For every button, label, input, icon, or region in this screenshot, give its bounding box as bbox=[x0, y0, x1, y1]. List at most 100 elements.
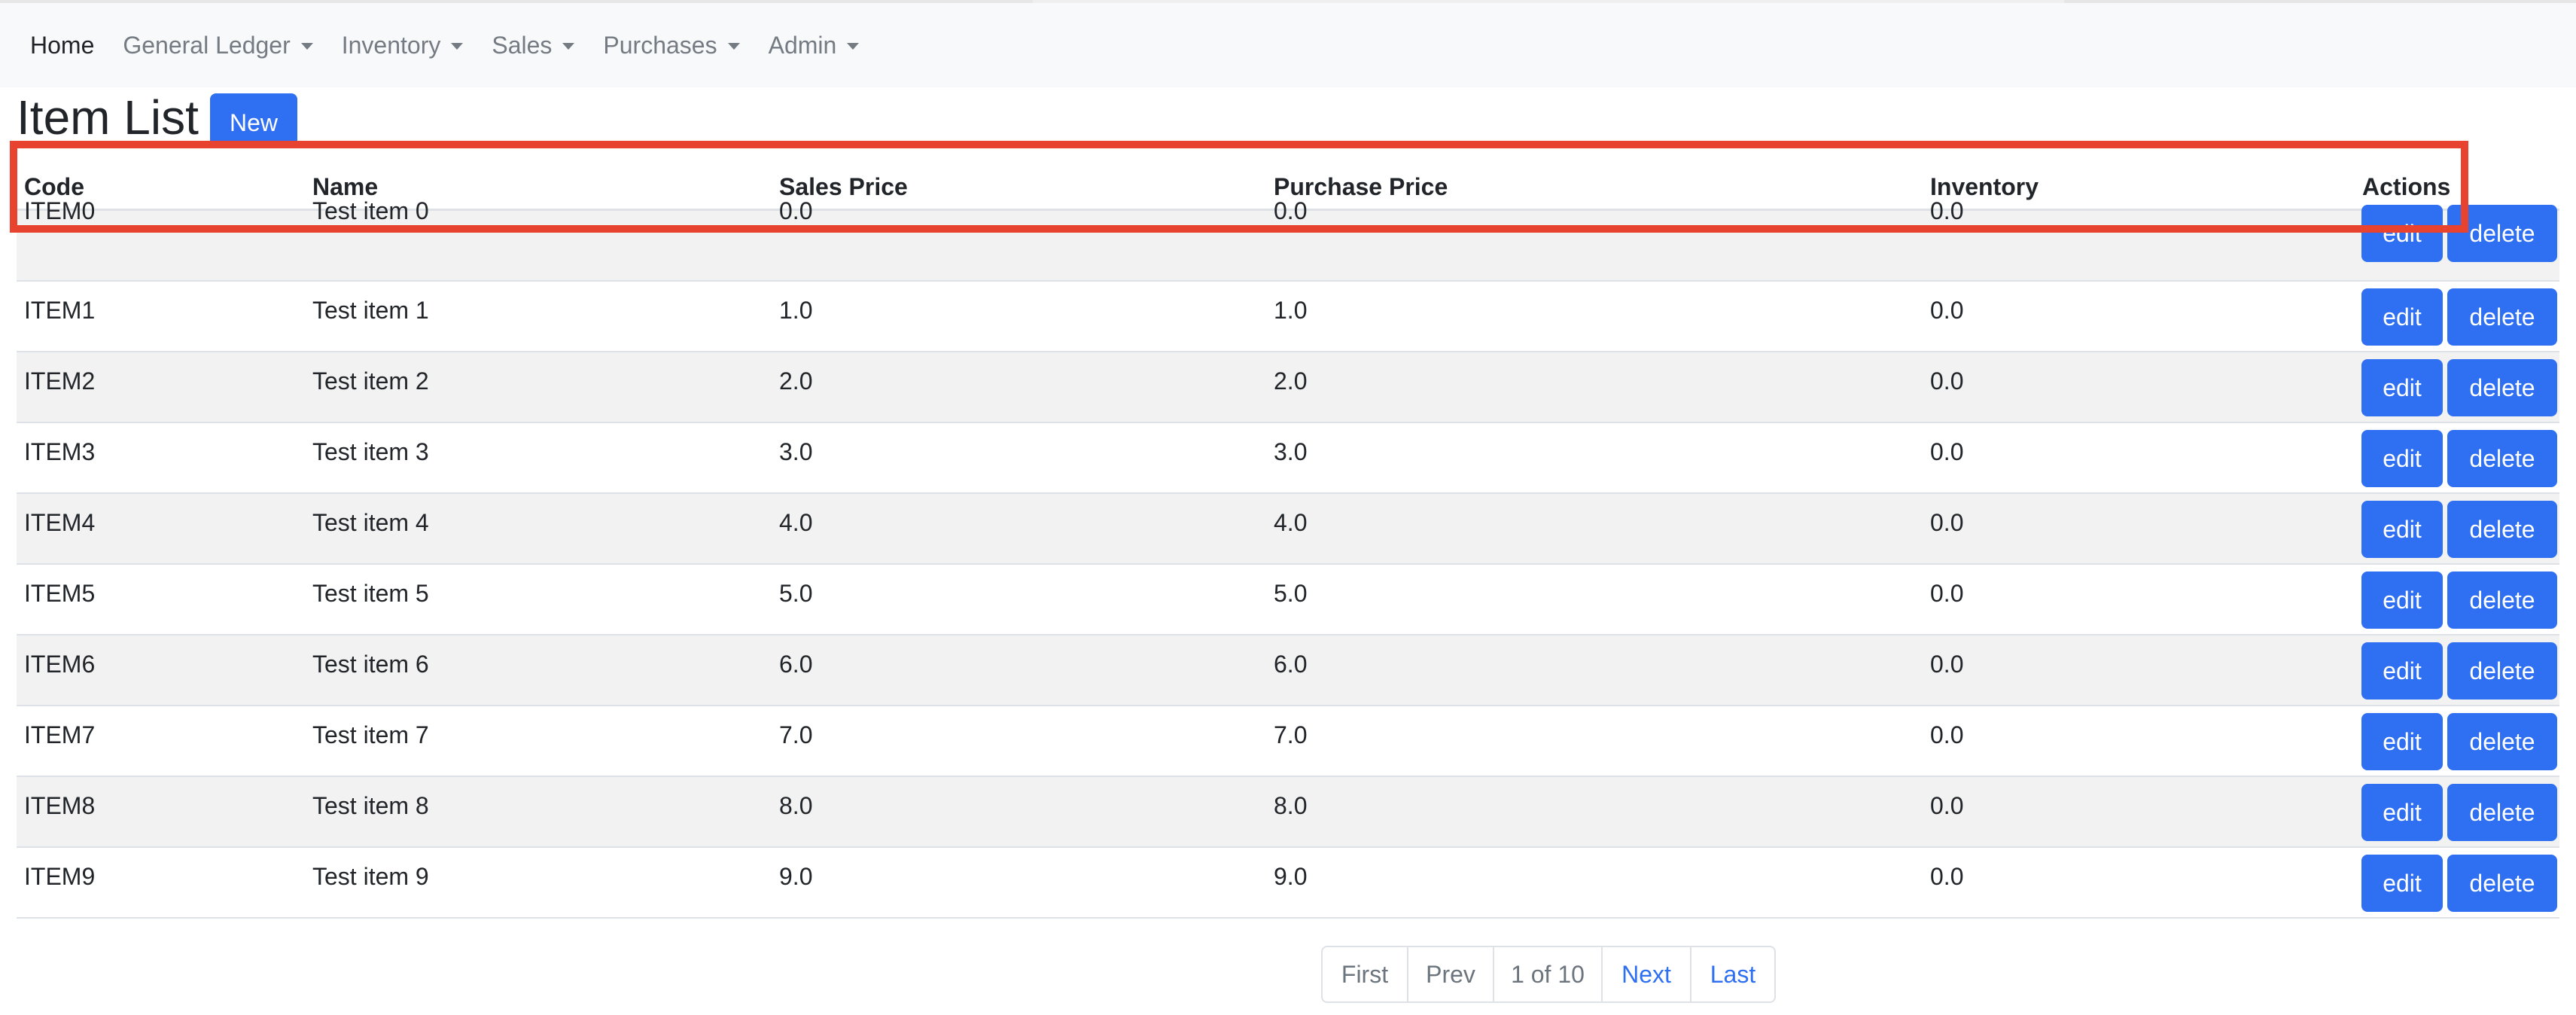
delete-button[interactable]: delete bbox=[2447, 713, 2557, 770]
nav-item-label: General Ledger bbox=[123, 31, 291, 59]
caret-down-icon bbox=[727, 42, 740, 50]
delete-button[interactable]: delete bbox=[2447, 430, 2557, 487]
cell-code: ITEM3 bbox=[24, 438, 96, 465]
cell-code: ITEM4 bbox=[24, 509, 96, 536]
edit-button[interactable]: edit bbox=[2361, 501, 2443, 558]
cell-inventory: 0.0 bbox=[1930, 438, 1964, 465]
delete-button[interactable]: delete bbox=[2447, 205, 2557, 262]
caret-down-icon bbox=[451, 42, 464, 50]
cell-name: Test item 8 bbox=[312, 792, 429, 819]
cell-code: ITEM7 bbox=[24, 721, 96, 748]
cell-purchase-price: 1.0 bbox=[1274, 297, 1308, 324]
cell-name: Test item 9 bbox=[312, 863, 429, 890]
delete-button[interactable]: delete bbox=[2447, 784, 2557, 841]
cell-purchase-price: 5.0 bbox=[1274, 580, 1308, 607]
delete-button[interactable]: delete bbox=[2447, 855, 2557, 912]
cell-name: Test item 7 bbox=[312, 721, 429, 748]
cell-purchase-price: 2.0 bbox=[1274, 367, 1308, 395]
cell-name: Test item 3 bbox=[312, 438, 429, 465]
page-title: Item List bbox=[17, 90, 199, 145]
cell-inventory: 0.0 bbox=[1930, 651, 1964, 678]
cell-name: Test item 6 bbox=[312, 651, 429, 678]
nav-item-label: Inventory bbox=[341, 31, 441, 59]
cell-purchase-price: 9.0 bbox=[1274, 863, 1308, 890]
cell-sales-price: 4.0 bbox=[779, 509, 813, 536]
cell-code: ITEM2 bbox=[24, 367, 96, 395]
cell-purchase-price: 8.0 bbox=[1274, 792, 1308, 819]
edit-button[interactable]: edit bbox=[2361, 642, 2443, 700]
page-prev-button[interactable]: Prev bbox=[1408, 947, 1494, 1001]
cell-sales-price: 2.0 bbox=[779, 367, 813, 395]
delete-button[interactable]: delete bbox=[2447, 572, 2557, 629]
cell-code: ITEM1 bbox=[24, 297, 96, 324]
edit-button[interactable]: edit bbox=[2361, 784, 2443, 841]
cell-sales-price: 1.0 bbox=[779, 297, 813, 324]
cell-name: Test item 2 bbox=[312, 367, 429, 395]
table-row: ITEM6 Test item 6 6.0 6.0 0.0 edit delete bbox=[17, 636, 2559, 706]
cell-name: Test item 1 bbox=[312, 297, 429, 324]
cell-inventory: 0.0 bbox=[1930, 792, 1964, 819]
nav-item-general-ledger[interactable]: General Ledger bbox=[123, 31, 313, 59]
delete-button[interactable]: delete bbox=[2447, 642, 2557, 700]
edit-button[interactable]: edit bbox=[2361, 430, 2443, 487]
table-row: ITEM2 Test item 2 2.0 2.0 0.0 edit delete bbox=[17, 352, 2559, 423]
table-body: ITEM0 Test item 0 0.0 0.0 0.0 edit delete ITEM1… bbox=[17, 197, 2559, 919]
table-row: ITEM1 Test item 1 1.0 1.0 0.0 edit delete bbox=[17, 282, 2559, 352]
caret-down-icon bbox=[847, 42, 860, 50]
page-first-button[interactable]: First bbox=[1323, 947, 1408, 1001]
cell-sales-price: 5.0 bbox=[779, 580, 813, 607]
cell-inventory: 0.0 bbox=[1930, 863, 1964, 890]
edit-button[interactable]: edit bbox=[2361, 572, 2443, 629]
table-row: ITEM7 Test item 7 7.0 7.0 0.0 edit delete bbox=[17, 706, 2559, 777]
nav-item-purchases[interactable]: Purchases bbox=[603, 31, 740, 59]
page-last-button[interactable]: Last bbox=[1691, 947, 1774, 1001]
cell-name: Test item 4 bbox=[312, 509, 429, 536]
cell-inventory: 0.0 bbox=[1930, 297, 1964, 324]
nav-item-sales[interactable]: Sales bbox=[492, 32, 575, 59]
edit-button[interactable]: edit bbox=[2361, 359, 2443, 416]
header-actions: Actions bbox=[2362, 173, 2451, 200]
nav-item-label: Home bbox=[30, 31, 95, 59]
cell-code: ITEM8 bbox=[24, 792, 96, 819]
nav-item-label: Purchases bbox=[603, 31, 717, 59]
cell-inventory: 0.0 bbox=[1930, 367, 1964, 395]
table-row: ITEM8 Test item 8 8.0 8.0 0.0 edit delete bbox=[17, 777, 2559, 848]
edit-button[interactable]: edit bbox=[2361, 205, 2443, 262]
top-navbar: Home General Ledger Inventory Sales Purchase… bbox=[0, 3, 2576, 87]
caret-down-icon bbox=[300, 42, 313, 50]
item-table: Code Name Sales Price Purchase Price Inv… bbox=[17, 149, 2559, 919]
page-next-button[interactable]: Next bbox=[1603, 947, 1691, 1001]
cell-purchase-price: 4.0 bbox=[1274, 509, 1308, 536]
cell-purchase-price: 6.0 bbox=[1274, 651, 1308, 678]
cell-inventory: 0.0 bbox=[1930, 197, 1964, 224]
delete-button[interactable]: delete bbox=[2447, 501, 2557, 558]
pagination: First Prev 1 of 10 Next Last bbox=[1321, 946, 1776, 1003]
delete-button[interactable]: delete bbox=[2447, 288, 2557, 346]
cell-purchase-price: 0.0 bbox=[1274, 197, 1308, 224]
cell-purchase-price: 3.0 bbox=[1274, 438, 1308, 465]
cell-code: ITEM9 bbox=[24, 863, 96, 890]
cell-code: ITEM5 bbox=[24, 580, 96, 607]
table-row: ITEM4 Test item 4 4.0 4.0 0.0 edit delete bbox=[17, 494, 2559, 565]
edit-button[interactable]: edit bbox=[2361, 288, 2443, 346]
edit-button[interactable]: edit bbox=[2361, 855, 2443, 912]
delete-button[interactable]: delete bbox=[2447, 359, 2557, 416]
cell-inventory: 0.0 bbox=[1930, 580, 1964, 607]
table-row: ITEM5 Test item 5 5.0 5.0 0.0 edit delete bbox=[17, 565, 2559, 636]
cell-purchase-price: 7.0 bbox=[1274, 721, 1308, 748]
cell-name: Test item 0 bbox=[312, 197, 429, 224]
cell-code: ITEM6 bbox=[24, 651, 96, 678]
table-row: ITEM0 Test item 0 0.0 0.0 0.0 edit delete bbox=[17, 197, 2559, 282]
cell-sales-price: 7.0 bbox=[779, 721, 813, 748]
nav-item-home[interactable]: Home bbox=[30, 32, 94, 59]
new-item-button[interactable]: New bbox=[210, 93, 297, 148]
cell-sales-price: 3.0 bbox=[779, 438, 813, 465]
edit-button[interactable]: edit bbox=[2361, 713, 2443, 770]
table-row: ITEM3 Test item 3 3.0 3.0 0.0 edit delete bbox=[17, 423, 2559, 494]
table-row: ITEM9 Test item 9 9.0 9.0 0.0 edit delete bbox=[17, 848, 2559, 919]
cell-code: ITEM0 bbox=[24, 197, 96, 224]
cell-sales-price: 9.0 bbox=[779, 863, 813, 890]
nav-item-label: Admin bbox=[768, 31, 837, 59]
nav-item-inventory[interactable]: Inventory bbox=[342, 32, 464, 59]
nav-item-admin[interactable]: Admin bbox=[769, 32, 860, 59]
